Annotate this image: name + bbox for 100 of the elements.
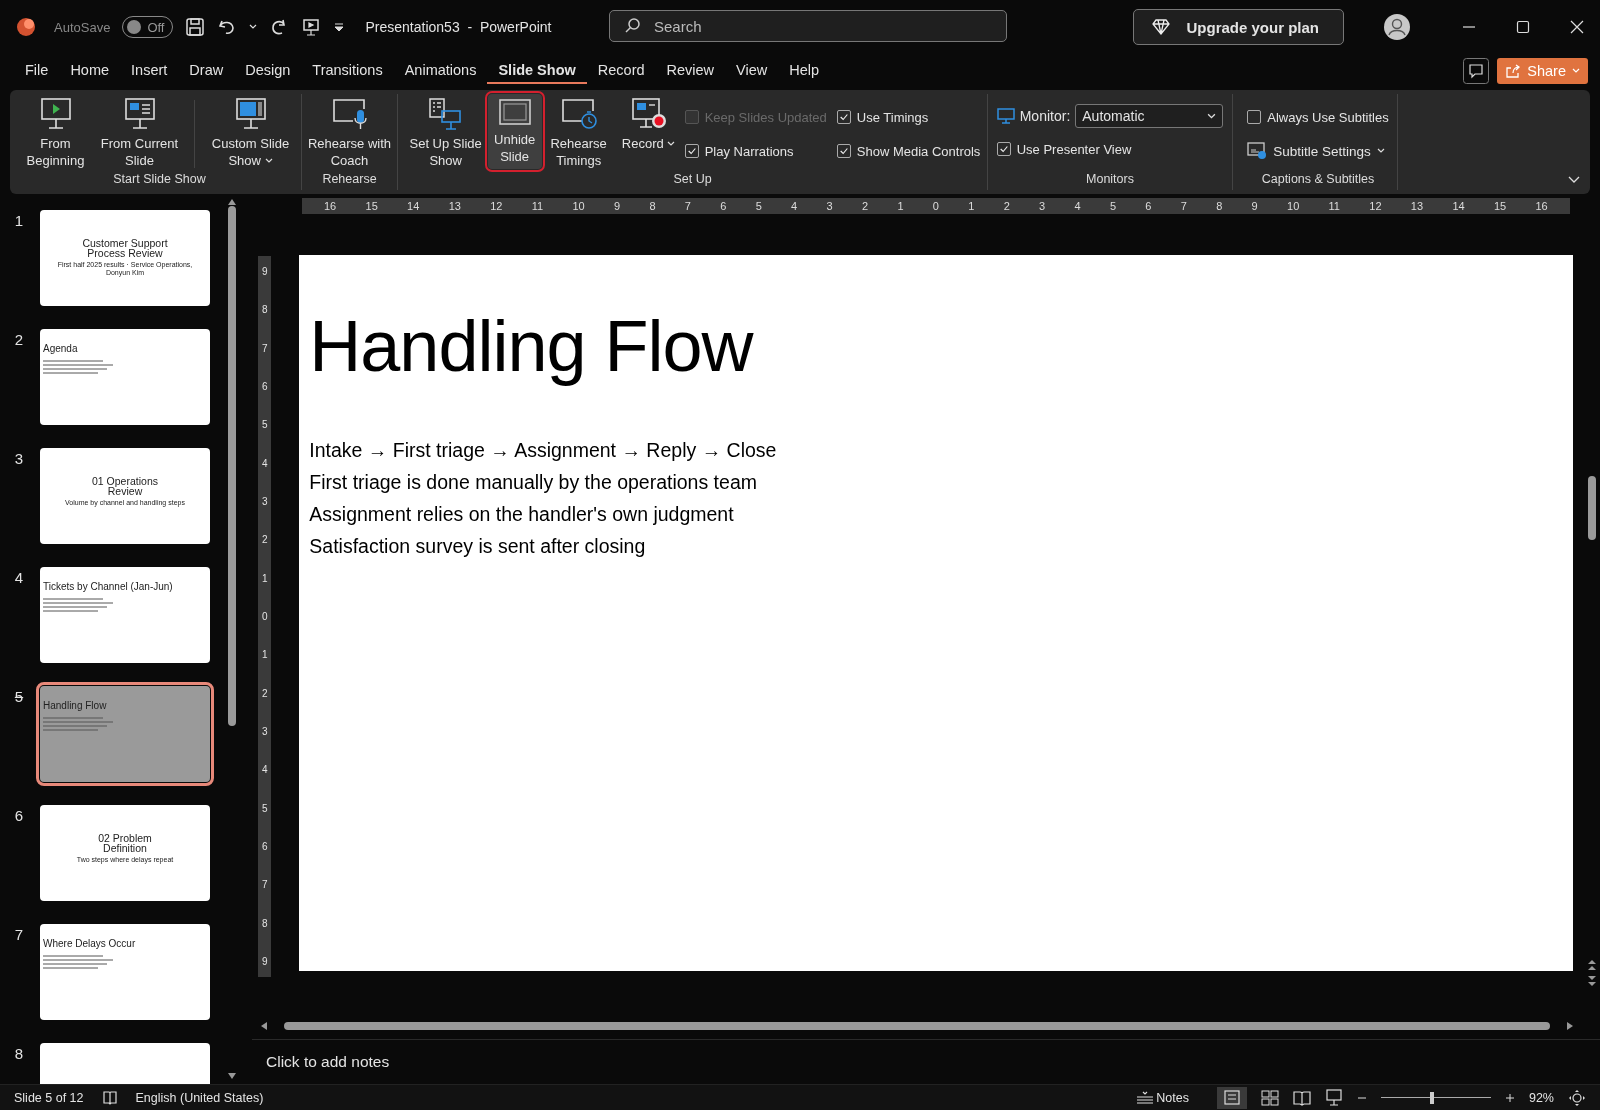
close-icon[interactable]: [1570, 20, 1584, 34]
thumbnail-title: 02 Problem Definition: [97, 833, 153, 853]
slide-text-line: Satisfaction survey is sent after closing: [309, 534, 647, 558]
slide-counter: Slide 5 of 12: [14, 1090, 84, 1105]
normal-view-icon[interactable]: [1216, 1086, 1247, 1109]
ribbon-button[interactable]: Rehearse with Coach: [304, 94, 395, 173]
ribbon-button[interactable]: Custom Slide Show: [201, 94, 300, 173]
screen-microphone-icon: [330, 97, 369, 131]
avatar-icon[interactable]: [1384, 14, 1410, 40]
spell-check-icon[interactable]: [101, 1089, 118, 1106]
fit-to-window-icon[interactable]: [1568, 1088, 1586, 1107]
ribbon-tab[interactable]: Review: [655, 58, 726, 84]
checkbox[interactable]: Use Timings: [836, 102, 981, 132]
maximize-icon[interactable]: [1516, 20, 1530, 34]
search-icon: [624, 17, 642, 35]
checkbox[interactable]: Play Narrations: [684, 136, 827, 166]
zoom-level[interactable]: 92%: [1528, 1090, 1554, 1105]
ribbon-tab[interactable]: Animations: [393, 58, 488, 84]
thumbnail-title: 01 Operations Review: [91, 476, 159, 496]
app-logo-icon: [16, 17, 36, 37]
slide-number: 8: [13, 1044, 25, 1064]
scrollbar-thumb[interactable]: [1587, 476, 1596, 540]
group-label: Captions & Subtitles: [1261, 172, 1375, 188]
group-label: Monitors: [1086, 172, 1134, 188]
ribbon-button[interactable]: Set Up Slide Show: [404, 94, 487, 173]
ribbon-tab[interactable]: Home: [59, 58, 121, 84]
slide-text-line: Intake → First triage → Assignment → Reply → Close: [309, 438, 778, 462]
monitor-dropdown[interactable]: Automatic: [1075, 104, 1224, 128]
slide-thumbnail[interactable]: Agenda: [40, 329, 210, 425]
ribbon-button[interactable]: Unhide Slide: [487, 94, 542, 169]
notes-icon: [1136, 1090, 1155, 1105]
language-label[interactable]: English (United States): [135, 1090, 264, 1105]
ribbon-button[interactable]: From Beginning: [19, 94, 92, 173]
group-label: Rehearse: [322, 172, 377, 188]
presenter-icon[interactable]: [301, 17, 322, 37]
ribbon-tab[interactable]: Slide Show: [487, 58, 587, 84]
ribbon-tab[interactable]: Design: [234, 58, 302, 84]
caret-icon: [1207, 111, 1217, 121]
reading-view-icon[interactable]: [1292, 1089, 1311, 1106]
vertical-ruler: 9 8 7 6 5 4 3 2 1 0 1 2 3 4 5 6 7 8 9: [258, 256, 272, 977]
ribbon-tab[interactable]: Record: [586, 58, 656, 84]
search-field[interactable]: Search: [609, 10, 1007, 42]
thumbnail-title: Tickets by Channel (Jan-Jun): [42, 580, 174, 592]
ribbon-tab[interactable]: Transitions: [301, 58, 394, 84]
screen-record-icon: [630, 97, 667, 131]
caret-icon: [1376, 147, 1385, 155]
window-title: Presentation53 - PowerPoint: [365, 19, 552, 35]
thumbnail-title: Agenda: [42, 342, 79, 354]
group-label: Set Up: [673, 172, 712, 188]
slide-title: Handling Flow: [309, 304, 755, 387]
comments-icon[interactable]: [1463, 58, 1490, 84]
scroll-down-icon[interactable]: [227, 1072, 237, 1080]
ribbon-tab[interactable]: File: [14, 58, 60, 84]
customize-icon[interactable]: [333, 21, 346, 33]
zoom-in-icon[interactable]: [1504, 1092, 1515, 1103]
slide-number: 3: [13, 449, 25, 469]
checkbox[interactable]: Use Presenter View: [996, 134, 1224, 164]
subtitles-icon: [1247, 142, 1268, 160]
thumbnail-title: Customer Support Process Review: [81, 238, 169, 258]
ribbon-button[interactable]: Record: [615, 94, 682, 156]
slide-icon: [497, 97, 532, 127]
scroll-left-icon[interactable]: [260, 1021, 268, 1031]
ribbon-tab[interactable]: Draw: [178, 58, 235, 84]
slide-thumbnail[interactable]: Where Delays Occur: [40, 924, 210, 1020]
next-slide-icon[interactable]: [1586, 975, 1597, 987]
checkmark-icon: [998, 144, 1009, 154]
slide-thumbnail[interactable]: Tickets by Channel (Jan-Jun): [40, 567, 210, 663]
caret-icon[interactable]: [249, 23, 258, 31]
subtitle-settings-button[interactable]: Subtitle Settings: [1247, 136, 1389, 166]
ribbon-tab[interactable]: Help: [778, 58, 831, 84]
upgrade-button[interactable]: Upgrade your plan: [1133, 9, 1344, 45]
scrollbar-thumb[interactable]: [284, 1022, 1550, 1030]
previous-slide-icon[interactable]: [1586, 959, 1597, 971]
thumbnail-title: Where Delays Occur: [42, 937, 137, 949]
collapse-ribbon-icon[interactable]: [1568, 176, 1580, 184]
slide-text-line: Assignment relies on the handler's own judgment: [309, 502, 735, 526]
ribbon-button[interactable]: Rehearse Timings: [542, 94, 615, 173]
checkbox[interactable]: Show Media Controls: [836, 136, 981, 166]
screen-timer-icon: [559, 97, 598, 131]
slide-number: 6: [13, 806, 25, 826]
notes-button[interactable]: Notes: [1136, 1090, 1189, 1105]
ribbon-button[interactable]: From Current Slide: [92, 94, 187, 173]
save-icon[interactable]: [185, 17, 206, 37]
slide-text-line: First triage is done manually by the operations team: [309, 470, 758, 494]
slide-sorter-icon[interactable]: [1260, 1089, 1279, 1106]
slide-number: 7: [13, 925, 25, 945]
ribbon-tab[interactable]: Insert: [120, 58, 179, 84]
scrollbar-thumb[interactable]: [228, 206, 236, 726]
diamond-icon: [1152, 19, 1171, 35]
slide-number: 4: [13, 568, 25, 588]
scroll-right-icon[interactable]: [1566, 1021, 1574, 1031]
autosave-label: AutoSave: [54, 19, 111, 35]
ribbon-tab[interactable]: View: [725, 58, 779, 84]
presenter-icon[interactable]: [1324, 1088, 1343, 1107]
zoom-slider[interactable]: [1380, 1090, 1491, 1105]
slides-setup-icon: [427, 97, 464, 131]
slide-number: 5: [13, 687, 25, 707]
checkbox[interactable]: Always Use Subtitles: [1247, 102, 1389, 132]
caret-icon: [1572, 67, 1580, 75]
slide-number: 1: [13, 211, 25, 231]
